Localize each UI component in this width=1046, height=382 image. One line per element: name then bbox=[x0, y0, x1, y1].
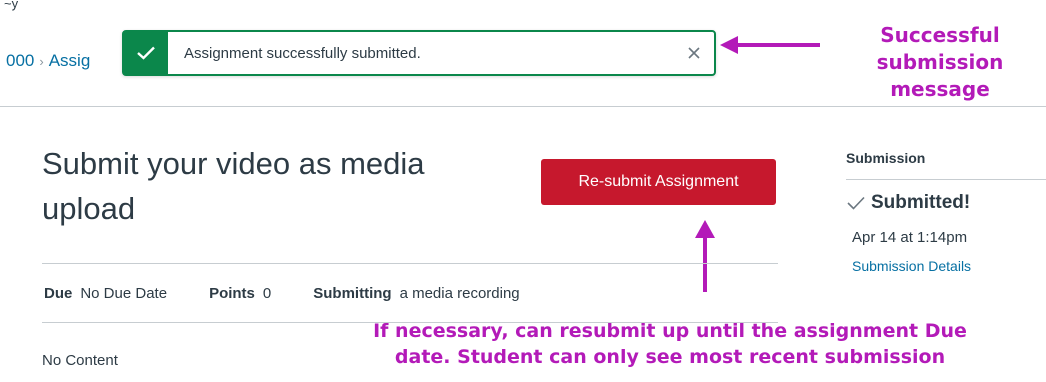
page-title: Submit your video as media upload bbox=[42, 141, 502, 231]
submitting-detail: Submitting a media recording bbox=[313, 285, 519, 302]
canvas-page: ~y 000 › Assig Assignment successfully sub… bbox=[0, 0, 1046, 382]
content-divider bbox=[42, 263, 778, 264]
checkmark-icon bbox=[847, 196, 865, 210]
breadcrumb-assignments[interactable]: Assig bbox=[49, 51, 91, 70]
annotation-line: message bbox=[890, 77, 990, 101]
close-icon[interactable] bbox=[674, 32, 714, 74]
sidebar-divider bbox=[846, 179, 1046, 180]
header-divider bbox=[0, 106, 1046, 107]
due-detail: Due No Due Date bbox=[44, 285, 167, 302]
due-value: No Due Date bbox=[80, 285, 168, 302]
breadcrumb-course[interactable]: 000 bbox=[6, 51, 34, 70]
submission-status-text: Submitted! bbox=[871, 192, 971, 213]
annotation-line: date. Student can only see most recent s… bbox=[394, 346, 946, 368]
success-flash-message: Assignment successfully submitted. bbox=[122, 30, 716, 76]
flash-message-text: Assignment successfully submitted. bbox=[184, 44, 421, 62]
annotation-line: If necessary, can resubmit up until the … bbox=[373, 320, 967, 342]
assignment-content: No Content bbox=[42, 352, 118, 369]
submitting-value: a media recording bbox=[399, 285, 520, 302]
annotation-arrow-left bbox=[720, 36, 820, 54]
cropped-text-fragment: ~y bbox=[4, 0, 19, 11]
points-value: 0 bbox=[262, 285, 272, 302]
submission-sidebar-title: Submission bbox=[846, 150, 926, 166]
check-icon bbox=[124, 32, 168, 74]
points-label: Points bbox=[209, 285, 255, 302]
annotation-successful-submission: Successful submission message bbox=[840, 22, 1040, 103]
submission-status: Submitted! bbox=[846, 192, 970, 214]
page-title-line: Submit your video as media bbox=[42, 146, 425, 181]
annotation-line: submission bbox=[876, 50, 1004, 74]
points-detail: Points 0 bbox=[209, 285, 271, 302]
annotation-arrow-up bbox=[695, 220, 715, 292]
breadcrumb: 000 › Assig bbox=[6, 51, 90, 71]
submission-date: Apr 14 at 1:14pm bbox=[852, 229, 968, 246]
submitting-label: Submitting bbox=[313, 285, 392, 302]
annotation-line: Successful bbox=[880, 23, 1000, 47]
assignment-details: Due No Due Date Points 0 Submitting a media… bbox=[44, 285, 562, 302]
due-label: Due bbox=[44, 285, 73, 302]
submission-details-link[interactable]: Submission Details bbox=[852, 258, 971, 274]
breadcrumb-separator-icon: › bbox=[39, 54, 44, 69]
page-title-line: upload bbox=[42, 191, 136, 226]
annotation-resubmit-note: If necessary, can resubmit up until the … bbox=[300, 318, 1040, 370]
resubmit-assignment-button[interactable]: Re-submit Assignment bbox=[541, 159, 776, 205]
